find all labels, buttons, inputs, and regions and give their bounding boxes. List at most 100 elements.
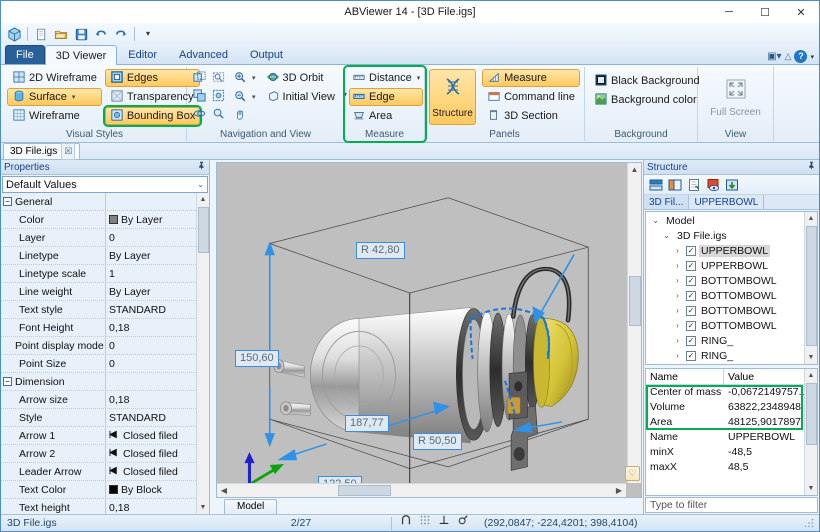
dim-radius-42-80[interactable]: R 42,80 xyxy=(356,242,405,259)
property-row-arrow-1[interactable]: Arrow 1 Closed filed xyxy=(1,427,196,445)
button-full-screen[interactable]: Full Screen xyxy=(708,69,764,125)
save-icon[interactable] xyxy=(72,25,90,43)
scroll-down-icon[interactable]: ▼ xyxy=(197,501,210,514)
chevron-right-icon[interactable]: › xyxy=(672,351,683,360)
property-row-text-color[interactable]: Text Color By Block xyxy=(1,481,196,499)
property-value[interactable]: Closed filed xyxy=(106,466,196,478)
property-row-point-display-mode[interactable]: Point display mode 0 xyxy=(1,337,196,355)
zoom-window-icon[interactable] xyxy=(210,69,227,86)
property-row-layer[interactable]: Layer 0 xyxy=(1,229,196,247)
measure-properties-grid[interactable]: Name Value Center of mass -0,0672149757.… xyxy=(645,368,818,496)
chevron-down-icon[interactable]: ▾ xyxy=(252,74,256,82)
chevron-down-icon[interactable]: ⌄ xyxy=(661,231,672,240)
property-value[interactable]: By Layer xyxy=(106,286,196,298)
scrollbar-thumb[interactable] xyxy=(198,207,209,253)
scroll-down-icon[interactable]: ▼ xyxy=(805,482,818,495)
tree-node-bottombowl-4[interactable]: › ✓ BOTTOMBOWL xyxy=(646,318,804,333)
property-value[interactable]: 0,18 xyxy=(106,322,196,334)
zoom-extents-icon[interactable] xyxy=(210,87,227,104)
chevron-right-icon[interactable]: › xyxy=(672,336,683,345)
chevron-right-icon[interactable]: › xyxy=(672,291,683,300)
property-value[interactable]: 0 xyxy=(106,232,196,244)
button-measure-area[interactable]: Area xyxy=(349,107,423,125)
split-view-icon[interactable] xyxy=(667,177,683,193)
properties-scrollbar[interactable]: ▲ ▼ xyxy=(196,193,209,514)
refresh-icon[interactable] xyxy=(686,177,702,193)
property-value[interactable]: By Block xyxy=(106,484,196,496)
collapse-icon[interactable]: − xyxy=(3,377,12,386)
button-background-color[interactable]: Background color xyxy=(589,91,705,109)
button-2d-wireframe[interactable]: 2D Wireframe xyxy=(7,69,102,87)
checkbox-checked-icon[interactable]: ✓ xyxy=(686,261,696,271)
checkbox-checked-icon[interactable]: ✓ xyxy=(686,336,696,346)
structure-filter-input[interactable]: Type to filter xyxy=(645,497,818,513)
chevron-down-icon[interactable]: ▾ xyxy=(417,74,421,82)
scroll-up-icon[interactable]: ▲ xyxy=(628,163,642,176)
chevron-right-icon[interactable]: › xyxy=(672,261,683,270)
resize-grip-icon[interactable] xyxy=(797,515,819,532)
property-value[interactable]: 0,18 xyxy=(106,394,196,406)
property-row-arrow-size[interactable]: Arrow size 0,18 xyxy=(1,391,196,409)
3d-viewport[interactable]: R 42,80 150,60 187,77 R 50,50 122,50 ▲ ▼… xyxy=(216,162,642,498)
grid-header-name[interactable]: Name xyxy=(646,369,724,384)
button-initial-view[interactable]: Initial View xyxy=(261,88,340,106)
property-row-linetype-scale[interactable]: Linetype scale 1 xyxy=(1,265,196,283)
chevron-down-icon[interactable]: ▾ xyxy=(72,93,76,101)
tree-node-bottombowl-3[interactable]: › ✓ BOTTOMBOWL xyxy=(646,303,804,318)
scroll-up-icon[interactable]: ▲ xyxy=(805,212,818,225)
checkbox-checked-icon[interactable]: ✓ xyxy=(686,291,696,301)
grid-row-area[interactable]: Area 48125,9017897... xyxy=(646,415,817,430)
property-row-text-height[interactable]: Text height 0,18 xyxy=(1,499,196,514)
export-icon[interactable] xyxy=(724,177,740,193)
tab-3d-viewer[interactable]: 3D Viewer xyxy=(45,45,118,65)
button-measure-panel[interactable]: Measure xyxy=(482,69,580,87)
new-icon[interactable] xyxy=(32,25,50,43)
zoom-360-icon[interactable] xyxy=(191,105,208,122)
property-value[interactable]: STANDARD xyxy=(106,304,196,316)
tree-node-model[interactable]: ⌄ Model xyxy=(646,213,804,228)
structure-tree[interactable]: ⌄ Model ⌄ 3D File.igs › ✓ UPPERBOWL › xyxy=(645,211,818,365)
chevron-down-icon[interactable]: ⌄ xyxy=(197,180,204,189)
property-category-general[interactable]: − General xyxy=(1,193,196,211)
checkbox-checked-icon[interactable]: ✓ xyxy=(686,321,696,331)
scrollbar-thumb[interactable] xyxy=(806,226,817,346)
chevron-right-icon[interactable]: › xyxy=(672,246,683,255)
button-wireframe[interactable]: Wireframe xyxy=(7,107,102,125)
property-category-dimension[interactable]: − Dimension xyxy=(1,373,196,391)
chevron-down-icon[interactable]: ▾ xyxy=(252,93,256,101)
document-tab-3d-file[interactable]: 3D File.igs ☒ xyxy=(3,143,80,159)
viewport-horizontal-scrollbar[interactable]: ◀ ▶ xyxy=(217,483,626,497)
scrollbar-thumb[interactable] xyxy=(806,383,817,445)
grid-scrollbar[interactable]: ▲ ▼ xyxy=(804,369,817,495)
property-value[interactable]: By Layer xyxy=(106,214,196,226)
property-value[interactable]: Closed filed xyxy=(106,430,196,442)
property-value[interactable]: By Layer xyxy=(106,250,196,262)
tree-node-cover-1[interactable]: › ✓ COVER_ xyxy=(646,363,804,364)
scroll-up-icon[interactable]: ▲ xyxy=(197,193,210,206)
tree-node-ring-2[interactable]: › ✓ RING_ xyxy=(646,348,804,363)
structure-tab-3d-file[interactable]: 3D Fil... xyxy=(644,195,689,209)
grid-row-maxx[interactable]: maxX 48,5 xyxy=(646,460,817,475)
checkbox-checked-icon[interactable]: ✓ xyxy=(686,276,696,286)
pin-icon[interactable] xyxy=(197,161,206,173)
customize-qat-icon[interactable]: ▾ xyxy=(139,25,157,43)
checkbox-checked-icon[interactable]: ✓ xyxy=(686,306,696,316)
button-measure-edge[interactable]: Edge xyxy=(349,88,423,106)
grid-snap-icon[interactable] xyxy=(417,514,432,532)
help-dropdown-icon[interactable]: ▾ xyxy=(810,53,814,61)
open-icon[interactable] xyxy=(52,25,70,43)
checkbox-checked-icon[interactable]: ✓ xyxy=(686,246,696,256)
tree-node-bottombowl-1[interactable]: › ✓ BOTTOMBOWL xyxy=(646,273,804,288)
collapse-ribbon-icon[interactable]: △ xyxy=(785,51,792,62)
scroll-up-icon[interactable]: ▲ xyxy=(805,369,818,382)
grid-row-minx[interactable]: minX -48,5 xyxy=(646,445,817,460)
tree-node-upperbowl-selected[interactable]: › ✓ UPPERBOWL xyxy=(646,243,804,258)
chevron-right-icon[interactable]: › xyxy=(672,306,683,315)
button-measure-distance[interactable]: Distance ▾ xyxy=(349,69,423,87)
favorite-icon[interactable]: ♡ xyxy=(625,466,640,481)
close-icon[interactable]: ☒ xyxy=(61,143,75,160)
collapse-icon[interactable]: − xyxy=(3,197,12,206)
property-row-line-weight[interactable]: Line weight By Layer xyxy=(1,283,196,301)
scrollbar-thumb[interactable] xyxy=(629,276,641,326)
scroll-right-icon[interactable]: ▶ xyxy=(612,484,626,497)
